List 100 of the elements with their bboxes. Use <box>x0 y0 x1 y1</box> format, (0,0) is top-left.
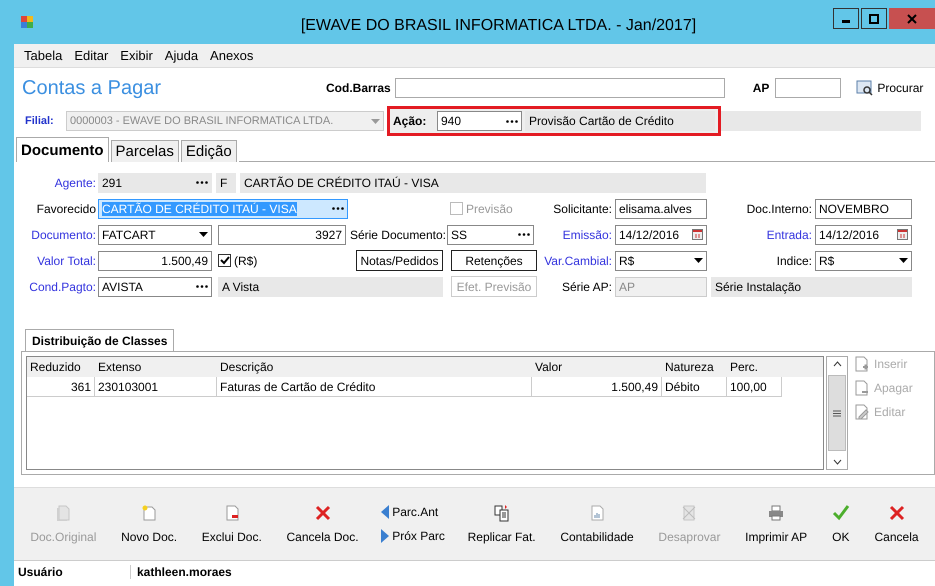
checkmark-icon <box>832 504 850 522</box>
favorecido-label: Favorecido <box>36 202 96 216</box>
column-header[interactable]: Extenso <box>95 357 217 377</box>
document-pencil-icon <box>854 404 870 420</box>
tab[interactable]: Edição <box>180 140 237 162</box>
emissao-label: Emissão: <box>562 228 612 242</box>
valor-total-field[interactable]: 1.500,49 <box>98 250 212 270</box>
new-document-icon <box>140 504 158 522</box>
toolbar-button[interactable]: Replicar Fat. <box>466 504 538 544</box>
table-cell: 230103001 <box>95 377 217 397</box>
scroll-down-icon[interactable] <box>832 459 842 465</box>
menu-item[interactable]: Ajuda <box>158 48 204 63</box>
barcode-field[interactable] <box>394 78 725 98</box>
table-cell: Débito <box>662 377 727 397</box>
dropdown-arrow-icon <box>371 118 380 124</box>
document-minus-icon <box>854 380 870 396</box>
toolbar-button[interactable]: OK <box>830 504 852 544</box>
cross-icon <box>888 504 906 522</box>
calendar-icon[interactable] <box>897 229 908 240</box>
serie-ap-description: Série Instalação <box>711 276 912 296</box>
ellipsis-icon[interactable] <box>506 120 518 122</box>
var-cambial-dropdown[interactable]: R$ <box>615 250 707 270</box>
acao-description: Provisão Cartão de Crédito <box>525 111 715 131</box>
documento-dropdown[interactable]: FATCART <box>98 224 212 244</box>
cond-pagto-field[interactable]: AVISTA <box>98 276 212 296</box>
search-button[interactable]: Procurar <box>854 80 926 96</box>
toolbar-button[interactable]: Imprimir AP <box>743 504 810 544</box>
minimize-button[interactable] <box>833 8 859 29</box>
barcode-label: Cod.Barras <box>326 81 391 95</box>
table-cell: Faturas de Cartão de Crédito <box>217 377 532 397</box>
serie-ap-label: Série AP: <box>560 280 612 294</box>
acao-field[interactable]: 940 <box>437 111 522 131</box>
entrada-date-field[interactable]: 14/12/2016 <box>815 224 912 244</box>
right-triangle-icon <box>381 529 390 543</box>
table-cell: 361 <box>27 377 95 397</box>
minimize-icon <box>842 20 850 23</box>
scrollbar-thumb[interactable] <box>828 375 846 451</box>
classes-tab[interactable]: Distribuição de Classes <box>25 329 174 351</box>
dropdown-arrow-icon <box>694 258 703 263</box>
crossed-document-icon <box>680 504 698 522</box>
ellipsis-icon[interactable] <box>196 285 208 288</box>
currency-checkbox[interactable]: (R$) <box>218 254 356 268</box>
filial-label: Filial: <box>25 115 55 127</box>
status-user-label: Usuário <box>14 565 131 579</box>
page-title: Contas a Pagar <box>22 76 162 100</box>
tab[interactable]: Documento <box>16 137 108 162</box>
indice-dropdown[interactable]: R$ <box>815 250 912 270</box>
column-header[interactable]: Perc. <box>727 357 782 377</box>
maximize-icon <box>869 14 879 24</box>
cross-icon <box>314 504 332 522</box>
column-header[interactable]: Natureza <box>662 357 727 377</box>
document-number-field[interactable]: 3927 <box>218 224 346 244</box>
ellipsis-icon[interactable] <box>518 233 530 236</box>
dropdown-arrow-icon <box>199 232 208 237</box>
toolbar-button[interactable]: Cancela <box>872 504 921 544</box>
ap-field[interactable] <box>775 78 842 98</box>
calendar-icon[interactable] <box>692 229 703 240</box>
app-icon <box>20 15 34 29</box>
scrollbar[interactable] <box>826 356 848 470</box>
serie-documento-field[interactable]: SS <box>447 224 534 244</box>
toolbar-button[interactable]: Contabilidade <box>558 504 636 544</box>
maximize-button[interactable] <box>861 8 887 29</box>
agente-name-field: CARTÃO DE CRÉDITO ITAÚ - VISA <box>240 172 706 192</box>
table-cell: 1.500,49 <box>532 377 662 397</box>
scroll-up-icon[interactable] <box>832 361 842 367</box>
toolbar-button[interactable]: Novo Doc. <box>119 504 180 544</box>
close-button[interactable] <box>889 8 935 29</box>
tab[interactable]: Parcelas <box>110 140 179 162</box>
column-header[interactable]: Reduzido <box>27 357 95 377</box>
parcel-nav-button[interactable]: Parc.Ant <box>381 505 445 519</box>
doc-interno-field[interactable]: NOVEMBRO <box>815 198 912 218</box>
column-header[interactable]: Valor <box>532 357 662 377</box>
ellipsis-icon[interactable] <box>332 207 344 210</box>
search-icon <box>856 80 874 96</box>
menu-item[interactable]: Exibir <box>114 48 159 63</box>
ap-label: AP <box>752 81 770 95</box>
documents-icon <box>492 504 511 522</box>
menu-item[interactable]: Anexos <box>204 48 260 63</box>
indice-label: Indice: <box>776 254 812 268</box>
toolbar-button[interactable]: Cancela Doc. <box>284 504 361 544</box>
grip-icon <box>833 410 841 416</box>
solicitante-field[interactable]: elisama.alves <box>615 198 707 218</box>
notas-pedidos-button[interactable]: Notas/Pedidos <box>356 250 443 271</box>
close-icon <box>907 14 917 24</box>
documents-icon <box>54 504 72 522</box>
column-header[interactable]: Descrição <box>217 357 532 377</box>
toolbar-button[interactable]: Exclui Doc. <box>200 504 264 544</box>
emissao-date-field[interactable]: 14/12/2016 <box>615 224 707 244</box>
agente-label: Agente: <box>54 176 96 190</box>
printer-icon <box>767 504 786 522</box>
document-plus-icon <box>854 356 870 372</box>
doc-interno-label: Doc.Interno: <box>746 202 812 216</box>
window-title: [EWAVE DO BRASIL INFORMATICA LTDA. - Jan/2017] <box>300 17 698 35</box>
menu-item[interactable]: Editar <box>68 48 114 63</box>
var-cambial-label: Var.Cambial: <box>543 254 612 268</box>
retencoes-button[interactable]: Retenções <box>451 250 537 271</box>
menu-item[interactable]: Tabela <box>18 48 68 63</box>
left-triangle-icon <box>381 505 390 519</box>
parcel-nav-button[interactable]: Próx Parc <box>381 529 445 543</box>
acao-label: Ação: <box>393 114 428 128</box>
